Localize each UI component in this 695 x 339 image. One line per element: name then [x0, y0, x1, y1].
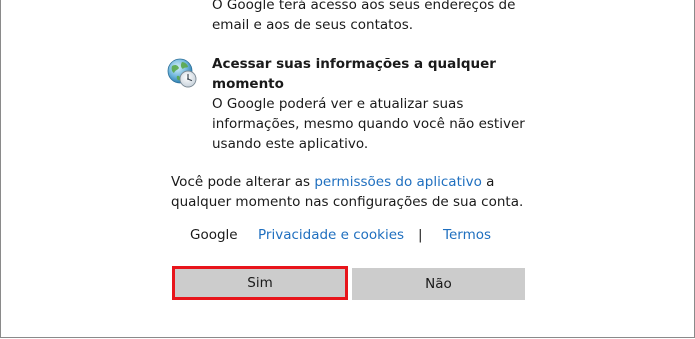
permission-contacts-description: O Google terá acesso aos seus endereços …	[212, 0, 516, 33]
privacy-link[interactable]: Privacidade e cookies	[258, 226, 404, 244]
no-button[interactable]: Não	[352, 268, 525, 300]
yes-button[interactable]: Sim	[172, 266, 348, 300]
footer-text-before: Você pode alterar as	[171, 174, 315, 190]
permission-offline-description: O Google poderá ver e atualizar suas inf…	[212, 96, 525, 152]
terms-link[interactable]: Termos	[443, 226, 491, 244]
globe-clock-icon	[166, 57, 198, 89]
app-permissions-link[interactable]: permissões do aplicativo	[314, 174, 482, 190]
consent-dialog: O Google terá acesso aos seus endereços …	[0, 0, 695, 338]
links-separator: |	[418, 227, 423, 243]
permission-contacts: O Google terá acesso aos seus endereços …	[212, 0, 532, 35]
permission-offline-title: Acessar suas informações a qualquer mome…	[212, 56, 496, 92]
google-label: Google	[190, 227, 238, 243]
footer-note: Você pode alterar as permissões do aplic…	[171, 172, 531, 212]
permission-offline-text: Acessar suas informações a qualquer mome…	[212, 54, 532, 154]
